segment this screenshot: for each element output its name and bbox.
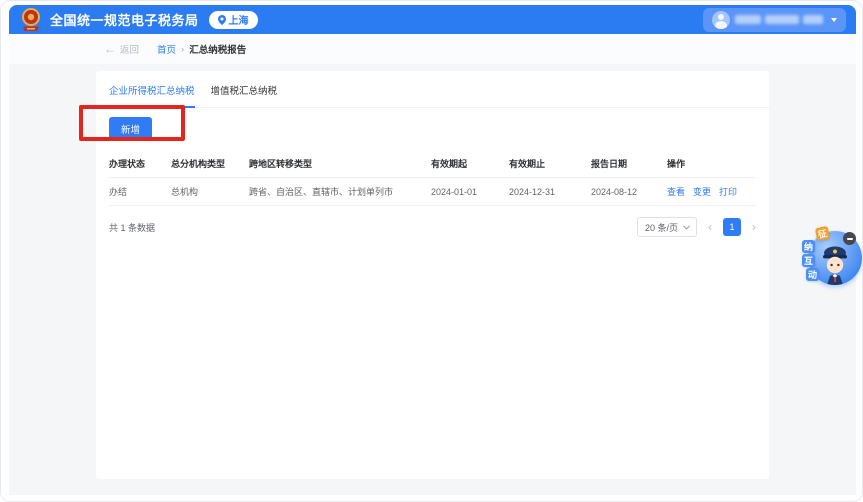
app-header: 全国统一规范电子税务局 上海 xyxy=(9,5,856,34)
breadcrumb-home[interactable]: 首页 xyxy=(157,42,176,56)
mascot-char-badge: 互 xyxy=(802,254,815,267)
browser-window: 全国统一规范电子税务局 上海 ← 返回 首页 › 汇总纳税报告 xyxy=(0,0,863,502)
location-label: 上海 xyxy=(229,12,249,27)
table-row: 办结 总机构 跨省、自治区、直辖市、计划单列市 2024-01-01 2024-… xyxy=(109,178,756,206)
back-button[interactable]: ← 返回 xyxy=(104,42,139,56)
location-selector[interactable]: 上海 xyxy=(209,11,258,29)
interaction-assistant-widget: 征 纳 互 动 xyxy=(804,227,863,289)
cell-valid-from: 2024-01-01 xyxy=(431,187,509,197)
breadcrumb-bar: ← 返回 首页 › 汇总纳税报告 xyxy=(9,34,856,64)
page-number-current[interactable]: 1 xyxy=(723,218,741,236)
chevron-down-icon xyxy=(683,222,690,229)
mascot-char-badge: 动 xyxy=(806,268,819,281)
col-header-actions: 操作 xyxy=(667,157,756,170)
change-link[interactable]: 变更 xyxy=(693,185,711,198)
table-header-row: 办理状态 总分机构类型 跨地区转移类型 有效期起 有效期止 报告日期 操作 xyxy=(109,150,756,178)
report-table: 办理状态 总分机构类型 跨地区转移类型 有效期起 有效期止 报告日期 操作 办结… xyxy=(109,150,756,206)
add-new-button[interactable]: 新增 xyxy=(109,117,152,141)
back-label: 返回 xyxy=(120,42,139,56)
col-header-org-type: 总分机构类型 xyxy=(171,157,249,170)
user-avatar xyxy=(712,11,730,29)
tab-vat[interactable]: 增值税汇总纳税 xyxy=(211,83,278,107)
cell-status: 办结 xyxy=(109,185,171,198)
user-account-menu[interactable] xyxy=(703,8,846,32)
cell-transfer-type: 跨省、自治区、直辖市、计划单列市 xyxy=(249,185,431,198)
breadcrumb-current: 汇总纳税报告 xyxy=(189,42,246,56)
mascot-minimize-button[interactable] xyxy=(843,232,856,245)
page-size-value: 20 条/页 xyxy=(645,221,678,234)
content-area: 企业所得税汇总纳税 增值税汇总纳税 新增 办理状态 总分机构类型 跨地区转移类型… xyxy=(9,64,856,495)
location-pin-icon xyxy=(218,15,226,25)
cell-report-date: 2024-08-12 xyxy=(591,187,667,197)
page-size-select[interactable]: 20 条/页 xyxy=(637,217,697,237)
tab-bar: 企业所得税汇总纳税 增值税汇总纳税 xyxy=(96,71,769,108)
pagination: 20 条/页 ‹ 1 › xyxy=(637,217,756,237)
table-footer: 共 1 条数据 20 条/页 ‹ 1 › xyxy=(96,206,769,248)
user-name-redacted xyxy=(735,15,823,24)
col-header-status: 办理状态 xyxy=(109,157,171,170)
view-link[interactable]: 查看 xyxy=(667,185,685,198)
next-page-button[interactable]: › xyxy=(752,221,756,233)
tax-officer-mascot-icon xyxy=(818,243,852,285)
main-card: 企业所得税汇总纳税 增值税汇总纳税 新增 办理状态 总分机构类型 跨地区转移类型… xyxy=(96,71,769,479)
col-header-valid-from: 有效期起 xyxy=(431,157,509,170)
back-arrow-icon: ← xyxy=(104,43,116,55)
tax-bureau-emblem-icon xyxy=(19,7,43,33)
prev-page-button[interactable]: ‹ xyxy=(708,221,712,233)
breadcrumb: 首页 › 汇总纳税报告 xyxy=(157,42,246,56)
breadcrumb-separator: › xyxy=(181,44,184,55)
tab-corporate-income-tax[interactable]: 企业所得税汇总纳税 xyxy=(109,83,195,108)
col-header-transfer-type: 跨地区转移类型 xyxy=(249,157,431,170)
total-count-label: 共 1 条数据 xyxy=(109,221,155,234)
cell-actions: 查看 变更 打印 xyxy=(667,185,756,198)
mascot-char-badge: 纳 xyxy=(802,240,815,253)
cell-org-type: 总机构 xyxy=(171,185,249,198)
col-header-valid-to: 有效期止 xyxy=(509,157,591,170)
app-title: 全国统一规范电子税务局 xyxy=(50,10,199,29)
cell-valid-to: 2024-12-31 xyxy=(509,187,591,197)
chevron-down-icon xyxy=(831,18,837,22)
print-link[interactable]: 打印 xyxy=(719,185,737,198)
col-header-report-date: 报告日期 xyxy=(591,157,667,170)
mascot-char-badge: 征 xyxy=(815,226,830,241)
toolbar: 新增 xyxy=(96,108,769,150)
